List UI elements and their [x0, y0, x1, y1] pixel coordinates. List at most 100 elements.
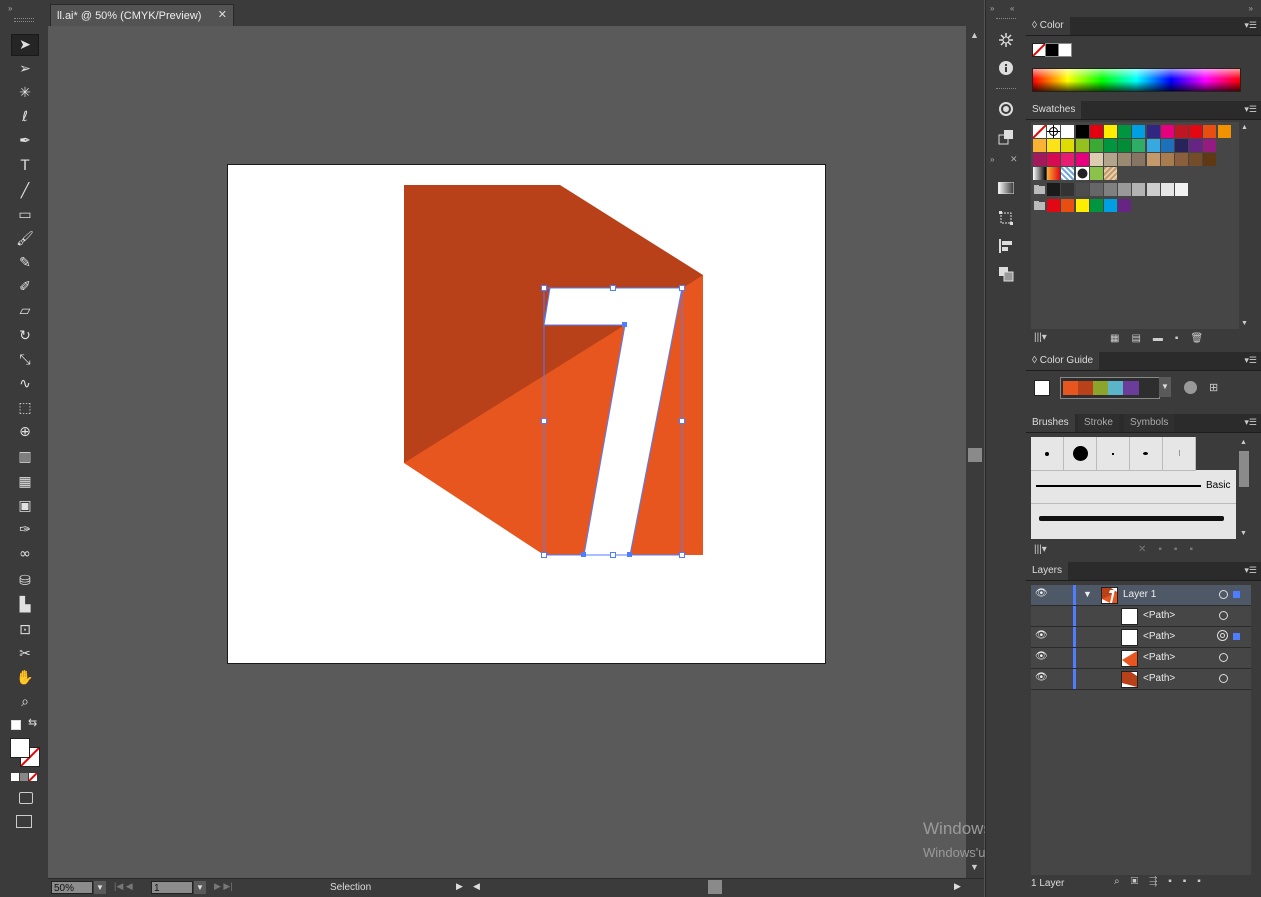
scroll-left-icon[interactable]: ◀ [473, 881, 480, 892]
swatch[interactable] [1146, 125, 1160, 138]
swatch[interactable] [1033, 183, 1046, 196]
layer-selection-indicator[interactable] [1233, 591, 1240, 598]
scroll-right-icon[interactable]: ▶ [954, 881, 961, 892]
status-menu-icon[interactable]: ▶ [456, 881, 463, 892]
swatch[interactable] [1203, 125, 1217, 138]
visibility-eye-icon[interactable]: 👁 [1035, 630, 1048, 641]
swatch[interactable] [1089, 139, 1103, 152]
swatch[interactable] [1047, 183, 1061, 196]
harmony-dropdown-arrow-icon[interactable]: ▼ [1159, 377, 1171, 397]
swatch[interactable] [1033, 139, 1046, 152]
swatch[interactable] [1118, 125, 1132, 138]
swatch[interactable] [1175, 183, 1188, 196]
swatch[interactable] [1047, 139, 1061, 152]
swatch[interactable] [1047, 153, 1061, 166]
appearance-icon[interactable] [995, 99, 1017, 119]
color-white-swatch[interactable] [1058, 43, 1072, 57]
swatch[interactable] [1033, 153, 1046, 166]
vertical-scrollbar[interactable]: ▲ ▼ [966, 26, 984, 878]
save-color-group-icon[interactable]: ⊞ [1209, 381, 1218, 394]
swatch[interactable] [1061, 139, 1075, 152]
path-target-icon[interactable] [1219, 674, 1228, 683]
swatch[interactable] [1089, 167, 1103, 180]
swatch[interactable] [1061, 167, 1075, 180]
swatch[interactable] [1104, 167, 1117, 180]
swatch[interactable] [1217, 125, 1231, 138]
layers-actions-icons[interactable]: ⌕▣⇶▪▪▪ [1114, 876, 1212, 887]
swatch[interactable] [1075, 153, 1089, 166]
graphic-styles-icon[interactable] [995, 127, 1017, 147]
layers-menu-icon[interactable]: ▾☰ [1244, 565, 1257, 576]
pathfinder-icon[interactable] [995, 264, 1017, 284]
swatch[interactable] [1160, 153, 1174, 166]
layer-row-path-2[interactable]: 👁 <Path> [1031, 627, 1251, 648]
swatch-libraries-icon[interactable]: |||▾ [1034, 332, 1047, 343]
layer-row-layer1[interactable]: 👁 ▼ Layer 1 [1031, 585, 1251, 606]
brush-libraries-icon[interactable]: |||▾ [1034, 544, 1047, 555]
expand-triangle-icon[interactable]: ▼ [1083, 589, 1092, 599]
path-target-icon[interactable] [1219, 653, 1228, 662]
swatch[interactable] [1203, 139, 1217, 152]
brush-actions-icons[interactable]: ✕▪▪▪ [1138, 544, 1205, 555]
last-artboard-icon[interactable]: ▶ ▶| [214, 881, 233, 892]
swatch[interactable] [1189, 153, 1203, 166]
swatch[interactable] [1089, 199, 1103, 212]
swatch[interactable] [1075, 125, 1089, 138]
swatch[interactable] [1175, 153, 1188, 166]
swatch[interactable] [1104, 139, 1117, 152]
swatch[interactable] [1160, 183, 1174, 196]
tab-color-guide[interactable]: ◊ Color Guide [1026, 352, 1100, 370]
swatch[interactable] [1032, 124, 1047, 139]
visibility-eye-icon[interactable]: 👁 [1035, 672, 1048, 683]
visibility-eye-icon[interactable]: 👁 [1035, 588, 1048, 599]
swatch[interactable] [1047, 199, 1061, 212]
swatch[interactable] [1104, 153, 1117, 166]
expand-panels-icon[interactable]: » [1249, 4, 1253, 13]
gradient-panel-icon[interactable] [995, 178, 1017, 198]
swatch[interactable] [1175, 139, 1188, 152]
swatch[interactable] [1175, 125, 1188, 138]
transform-icon[interactable] [995, 208, 1017, 228]
path-target-icon[interactable] [1219, 611, 1228, 620]
tab-color[interactable]: ◊ Color [1026, 17, 1070, 35]
info-icon[interactable] [995, 58, 1017, 78]
color-fill-none-swatch[interactable] [1032, 43, 1046, 57]
base-color-swatch[interactable] [1034, 380, 1050, 396]
swatch[interactable] [1118, 199, 1132, 212]
zoom-dropdown-icon[interactable]: ▼ [94, 881, 106, 894]
collapse-icon[interactable]: « [1010, 4, 1014, 13]
swatch[interactable] [1160, 139, 1174, 152]
close-strip-icon[interactable]: ✕ [1010, 154, 1018, 165]
swatch[interactable] [1132, 139, 1146, 152]
swatch[interactable] [1047, 167, 1061, 180]
layer-row-path-4[interactable]: 👁 <Path> [1031, 669, 1251, 690]
zoom-field[interactable]: 50% [51, 881, 93, 894]
scroll-thumb[interactable] [968, 448, 982, 462]
layer-target-icon[interactable] [1219, 590, 1228, 599]
layer-row-path-3[interactable]: 👁 <Path> [1031, 648, 1251, 669]
swatch[interactable] [1146, 183, 1160, 196]
layer-row-path-1[interactable]: <Path> [1031, 606, 1251, 627]
swatch[interactable] [1118, 139, 1132, 152]
swatch[interactable] [1061, 153, 1075, 166]
tab-symbols[interactable]: Symbols [1124, 414, 1175, 432]
swatch[interactable] [1118, 183, 1132, 196]
swatch[interactable] [1089, 183, 1103, 196]
swatch[interactable] [1146, 139, 1160, 152]
align-icon[interactable] [995, 236, 1017, 256]
tab-stroke[interactable]: Stroke [1078, 414, 1119, 432]
swatch[interactable] [1061, 125, 1075, 138]
path-target-selected-icon[interactable] [1217, 630, 1228, 641]
swatch[interactable] [1075, 183, 1089, 196]
swatch[interactable] [1118, 153, 1132, 166]
swatch[interactable] [1189, 125, 1203, 138]
swatch[interactable] [1033, 199, 1046, 212]
scroll-up-icon[interactable]: ▲ [970, 30, 979, 40]
swatch[interactable] [1132, 153, 1146, 166]
artboard-field[interactable]: 1 [151, 881, 193, 894]
swatch[interactable] [1160, 125, 1174, 138]
tab-layers[interactable]: Layers [1026, 562, 1069, 580]
brushes-list[interactable]: Basic [1031, 437, 1236, 539]
swatch[interactable] [1203, 153, 1217, 166]
swatches-panel-menu-icon[interactable]: ▾☰ [1244, 104, 1257, 115]
